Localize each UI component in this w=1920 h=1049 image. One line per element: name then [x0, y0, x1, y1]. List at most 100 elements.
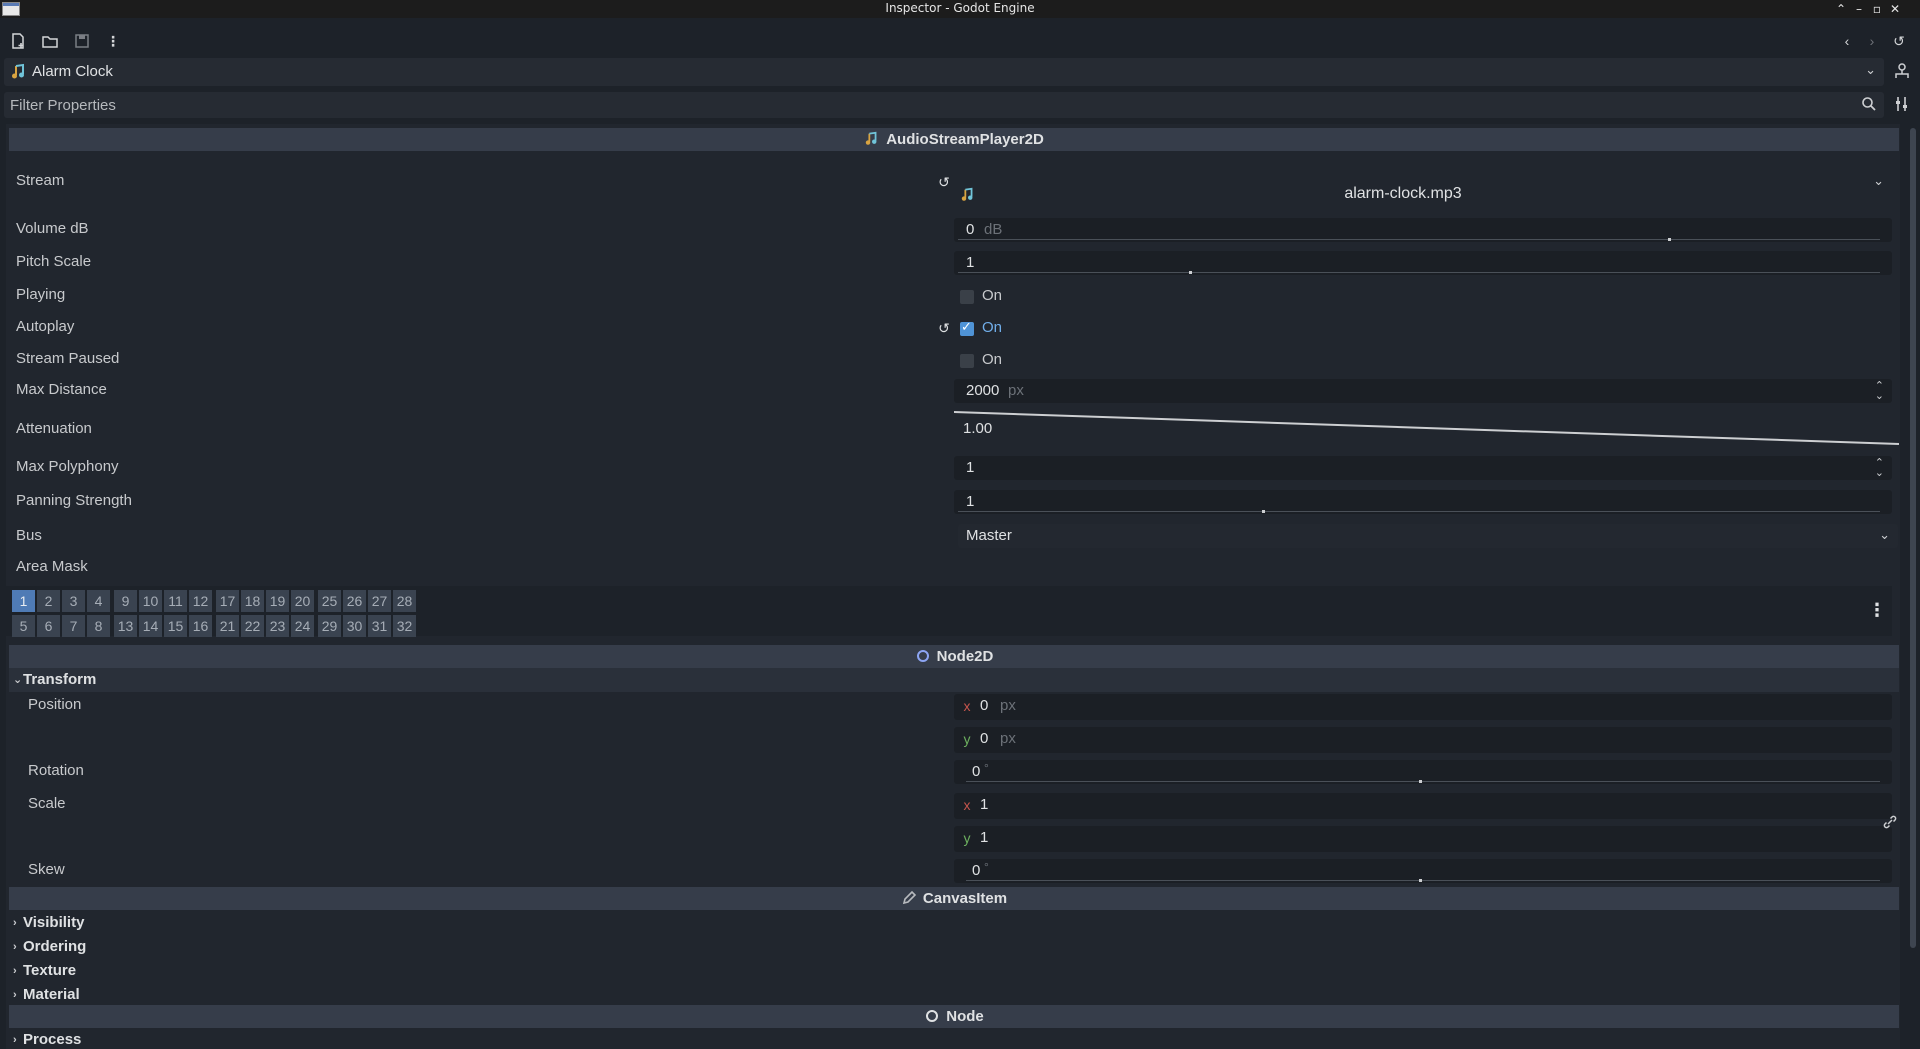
slider-grabber[interactable]: [1419, 780, 1422, 783]
group-process[interactable]: › Process: [9, 1028, 1899, 1049]
area-mask-bit[interactable]: 8: [87, 615, 110, 637]
max-polyphony-label: Max Polyphony: [16, 458, 119, 475]
area-mask-bit[interactable]: 9: [114, 590, 137, 612]
scale-x-field[interactable]: x 1: [954, 793, 1892, 819]
area-mask-bit[interactable]: 25: [318, 590, 341, 612]
area-mask-bit[interactable]: 19: [266, 590, 289, 612]
max-distance-spinbox[interactable]: 2000 px ⌃ ⌄: [954, 379, 1892, 403]
revert-icon[interactable]: ↺: [936, 320, 952, 336]
new-resource-icon[interactable]: [9, 32, 27, 50]
history-back-icon[interactable]: ‹: [1838, 32, 1856, 50]
area-mask-bit[interactable]: 5: [12, 615, 35, 637]
group-title: Material: [23, 986, 80, 1003]
stream-resource-picker[interactable]: alarm-clock.mp3 ⌄: [954, 153, 1892, 207]
area-mask-bit[interactable]: 28: [393, 590, 416, 612]
spin-updown-icon[interactable]: ⌃ ⌄: [1875, 458, 1884, 479]
position-x-field[interactable]: x 0 px: [954, 694, 1892, 720]
area-mask-bit[interactable]: 18: [241, 590, 264, 612]
inspector-scrollbar[interactable]: [1910, 128, 1916, 948]
collapse-window-icon[interactable]: ⌃: [1833, 0, 1849, 18]
area-mask-bit[interactable]: 32: [393, 615, 416, 637]
bus-option-button[interactable]: Master ⌄: [958, 524, 1898, 548]
close-window-icon[interactable]: ✕: [1887, 0, 1903, 18]
chevron-down-icon[interactable]: ⌄: [1873, 173, 1884, 189]
slider-grabber[interactable]: [1262, 510, 1266, 513]
more-vertical-icon[interactable]: ⋮: [104, 32, 122, 50]
area-mask-bit[interactable]: 12: [189, 590, 212, 612]
volume-db-slider[interactable]: 0 dB: [954, 218, 1892, 242]
area-mask-bit[interactable]: 30: [343, 615, 366, 637]
area-mask-bit[interactable]: 11: [164, 590, 187, 612]
area-mask-bit[interactable]: 13: [114, 615, 137, 637]
object-selector[interactable]: Alarm Clock ⌄: [4, 58, 1884, 86]
tools-icon[interactable]: [1892, 95, 1912, 115]
filter-properties-input[interactable]: [4, 92, 1884, 118]
node-icon: [924, 1008, 940, 1024]
slider-grabber[interactable]: [1667, 238, 1671, 241]
slider-grabber[interactable]: [1419, 879, 1422, 882]
area-mask-bit[interactable]: 17: [216, 590, 239, 612]
area-mask-bit[interactable]: 23: [266, 615, 289, 637]
area-mask-bit[interactable]: 27: [368, 590, 391, 612]
area-mask-bit[interactable]: 31: [368, 615, 391, 637]
more-vertical-icon[interactable]: ⋮: [1868, 600, 1886, 621]
autoplay-label: Autoplay: [16, 318, 75, 335]
area-mask-label: Area Mask: [16, 558, 88, 575]
minimize-window-icon[interactable]: –: [1851, 0, 1867, 18]
area-mask-bit[interactable]: 26: [343, 590, 366, 612]
open-folder-icon[interactable]: [41, 32, 59, 50]
group-texture[interactable]: › Texture: [9, 959, 1899, 983]
playing-checkbox-text[interactable]: On: [982, 287, 1002, 304]
revert-icon[interactable]: ↺: [936, 174, 952, 190]
link-icon[interactable]: [1882, 814, 1898, 830]
area-mask-bit[interactable]: 21: [216, 615, 239, 637]
max-distance-value: 2000: [966, 382, 1000, 399]
area-mask-bit[interactable]: 1: [12, 590, 35, 612]
max-polyphony-spinbox[interactable]: 1 ⌃ ⌄: [954, 456, 1892, 480]
attenuation-curve-editor[interactable]: 1.00: [954, 408, 1899, 448]
area-mask-bit[interactable]: 3: [62, 590, 85, 612]
node-tree-icon[interactable]: [1892, 62, 1912, 82]
area-mask-bit[interactable]: 6: [37, 615, 60, 637]
stream-paused-checkbox-text[interactable]: On: [982, 351, 1002, 368]
area-mask-bit[interactable]: 4: [87, 590, 110, 612]
group-material[interactable]: › Material: [9, 983, 1899, 1007]
rotation-slider[interactable]: 0 °: [954, 760, 1892, 784]
skew-slider[interactable]: 0 °: [954, 859, 1892, 883]
autoplay-checkbox-text[interactable]: On: [982, 319, 1002, 336]
playing-checkbox[interactable]: [960, 290, 974, 304]
stream-paused-checkbox[interactable]: [960, 354, 974, 368]
area-mask-bit[interactable]: 7: [62, 615, 85, 637]
scale-y-value: 1: [980, 829, 989, 846]
panning-strength-slider[interactable]: 1: [954, 490, 1892, 514]
area-mask-bit[interactable]: 20: [291, 590, 314, 612]
scale-x-value: 1: [980, 796, 989, 813]
history-forward-icon[interactable]: ›: [1863, 32, 1881, 50]
scale-y-field[interactable]: y 1: [954, 826, 1892, 852]
save-icon[interactable]: [73, 32, 91, 50]
group-visibility[interactable]: › Visibility: [9, 911, 1899, 935]
max-distance-label: Max Distance: [16, 381, 107, 398]
bus-value: Master: [966, 527, 1012, 544]
recent-history-icon[interactable]: ↺: [1890, 32, 1908, 50]
group-transform[interactable]: ⌄ Transform: [9, 668, 1899, 692]
slider-grabber[interactable]: [1188, 271, 1192, 274]
area-mask-bit[interactable]: 15: [164, 615, 187, 637]
position-y-field[interactable]: y 0 px: [954, 727, 1892, 753]
area-mask-bit[interactable]: 24: [291, 615, 314, 637]
maximize-window-icon[interactable]: ▫: [1869, 0, 1885, 18]
group-title: Process: [23, 1031, 82, 1048]
chevron-down-icon[interactable]: ⌄: [1865, 62, 1876, 78]
area-mask-bit[interactable]: 16: [189, 615, 212, 637]
area-mask-bit[interactable]: 2: [37, 590, 60, 612]
pencil-icon: [901, 890, 917, 906]
chevron-right-icon: ›: [13, 989, 17, 1001]
pitch-scale-slider[interactable]: 1: [954, 251, 1892, 275]
spin-updown-icon[interactable]: ⌃ ⌄: [1875, 381, 1884, 402]
area-mask-bit[interactable]: 29: [318, 615, 341, 637]
area-mask-bit[interactable]: 22: [241, 615, 264, 637]
area-mask-bit[interactable]: 14: [139, 615, 162, 637]
area-mask-bit[interactable]: 10: [139, 590, 162, 612]
group-ordering[interactable]: › Ordering: [9, 935, 1899, 959]
autoplay-checkbox[interactable]: [960, 319, 974, 336]
